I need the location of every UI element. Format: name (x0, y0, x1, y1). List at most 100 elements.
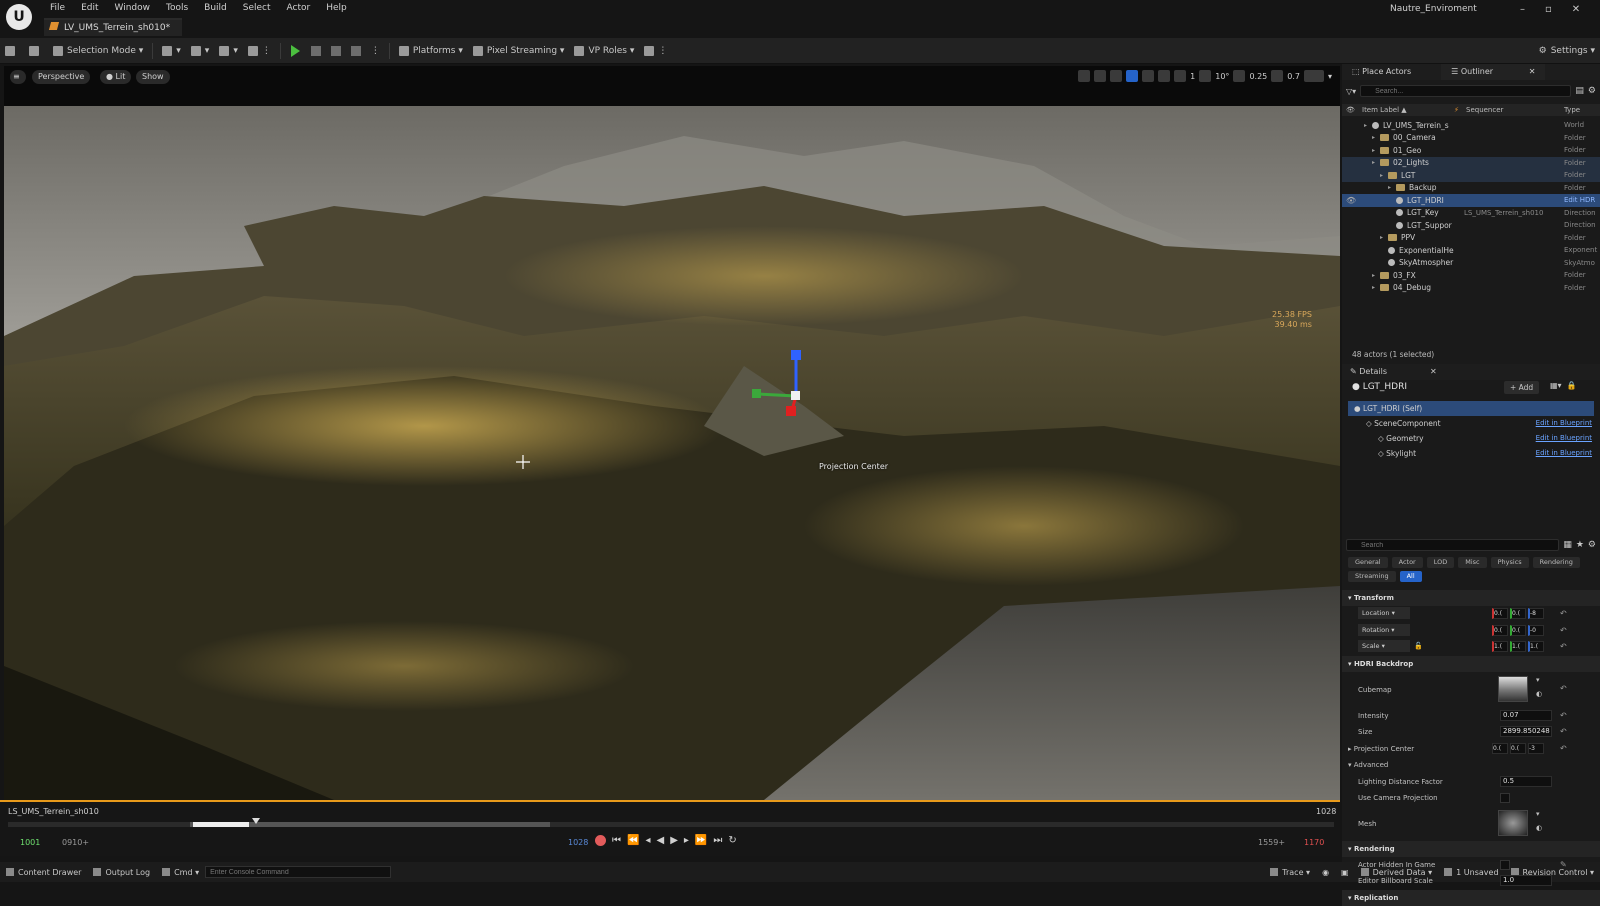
reset-icon[interactable]: ↶ (1560, 642, 1567, 651)
edit-in-blueprint-link[interactable]: Edit in Blueprint (1536, 431, 1592, 446)
vp-roles-button[interactable]: VP Roles ▾ (569, 41, 639, 61)
component-row[interactable]: ● LGT_HDRI (Self) (1348, 401, 1594, 416)
projection-y[interactable]: 0.( (1510, 742, 1526, 754)
scale-y[interactable]: 1.( (1510, 641, 1526, 652)
filter-actor[interactable]: Actor (1391, 557, 1423, 568)
camera-speed-value[interactable]: 0.7 (1287, 72, 1300, 81)
advanced-row[interactable]: ▾ Advanced (1342, 757, 1600, 774)
projection-z[interactable]: -3 (1528, 742, 1544, 754)
terrain-scene[interactable] (4, 106, 1340, 800)
expand-icon[interactable]: ▸ (1380, 234, 1388, 241)
world-icon[interactable] (1142, 70, 1155, 82)
next-key-icon[interactable]: ⏩ (695, 835, 707, 846)
show-button[interactable]: Show (136, 70, 170, 84)
reset-icon[interactable]: ↶ (1560, 626, 1567, 635)
angle-snap-icon[interactable] (1199, 70, 1212, 82)
close-tab-icon[interactable]: ✕ (1529, 67, 1536, 76)
outliner-settings-icon[interactable]: ⚙ (1588, 86, 1596, 96)
menu-item-build[interactable]: Build (196, 2, 235, 14)
hidden-in-game-checkbox[interactable] (1500, 859, 1510, 870)
eject-icon[interactable] (350, 45, 361, 56)
menu-item-actor[interactable]: Actor (279, 2, 319, 14)
section-hdri-backdrop[interactable]: ▾ HDRI Backdrop (1342, 655, 1600, 672)
browse-icon[interactable]: ◐ (1536, 824, 1542, 832)
rotation-dropdown[interactable]: Rotation ▾ (1358, 623, 1410, 636)
scale-snap-icon[interactable] (1233, 70, 1246, 82)
play-reverse-icon[interactable]: ◀ (656, 835, 664, 846)
prev-key-icon[interactable]: ⏪ (627, 835, 639, 846)
add-component-button[interactable]: + Add (1504, 381, 1540, 394)
filter-all[interactable]: All (1399, 571, 1422, 582)
outliner-row[interactable]: ▸ 03_FX Folder (1342, 269, 1600, 282)
rotation-x[interactable]: 0.( (1492, 624, 1508, 636)
outliner-row[interactable]: ▸ 00_Camera Folder (1342, 132, 1600, 145)
outliner-row[interactable]: 👁 LGT_HDRI Edit HDR (1342, 194, 1600, 207)
scale-dropdown[interactable]: Scale ▾ (1358, 640, 1410, 652)
expand-icon[interactable]: ▸ (1372, 272, 1380, 279)
view-start-frame[interactable]: 0910+ (62, 838, 89, 847)
expand-icon[interactable]: ▸ (1372, 159, 1380, 166)
outliner-row[interactable]: ExponentialHe Exponent (1342, 244, 1600, 257)
scale-x[interactable]: 1.( (1492, 641, 1508, 652)
lighting-distance-field[interactable]: 0.5 (1500, 775, 1552, 787)
device-button[interactable]: ⋮ (639, 41, 672, 61)
cmd-dropdown[interactable]: Cmd ▾ (156, 868, 205, 877)
camera-speed-icon[interactable] (1271, 70, 1284, 82)
projection-x[interactable]: 0.( (1492, 742, 1508, 754)
visibility-icon[interactable]: 👁 (1346, 196, 1356, 205)
scale-icon[interactable] (1126, 70, 1139, 82)
angle-snap-value[interactable]: 10° (1215, 72, 1229, 81)
col-type[interactable]: Type (1564, 104, 1580, 116)
settings-button[interactable]: ⚙ Settings ▾ (1534, 41, 1600, 61)
rotation-y[interactable]: 0.( (1510, 624, 1526, 636)
details-settings-icon[interactable]: ⚙ (1588, 540, 1596, 550)
menu-item-tools[interactable]: Tools (158, 2, 196, 14)
reset-icon[interactable]: ↶ (1560, 684, 1567, 693)
playhead[interactable] (252, 818, 261, 824)
step-back-icon[interactable]: ◂ (645, 835, 650, 846)
current-frame[interactable]: 1028 (568, 838, 588, 847)
filter-misc[interactable]: Misc (1458, 557, 1487, 568)
modes-button[interactable]: ⋮ (243, 41, 276, 61)
filter-streaming[interactable]: Streaming (1348, 571, 1396, 582)
component-row[interactable]: ◇ SceneComponent Edit in Blueprint (1348, 416, 1594, 431)
outliner-row[interactable]: ▸ PPV Folder (1342, 232, 1600, 245)
location-y[interactable]: 0.( (1510, 608, 1526, 619)
trace-button[interactable]: Trace ▾ (1264, 868, 1316, 877)
save-button[interactable] (0, 41, 24, 61)
outliner-row[interactable]: LGT_Key LS_UMS_Terrein_sh010 Direction (1342, 207, 1600, 220)
viewport-menu-icon[interactable]: ≡ (10, 70, 26, 84)
filter-general[interactable]: General (1348, 557, 1388, 568)
maximize-icon[interactable]: ▫ (1545, 4, 1552, 15)
surface-snap-icon[interactable] (1158, 70, 1171, 82)
rotate-icon[interactable] (1110, 70, 1123, 82)
select-icon[interactable] (1078, 70, 1091, 82)
asset-dropdown-icon[interactable]: ▾ (1536, 676, 1540, 684)
level-tab[interactable]: LV_UMS_Terrein_sh010* (44, 18, 183, 36)
start-frame[interactable]: 1001 (20, 838, 40, 847)
stop-icon[interactable] (330, 45, 341, 56)
menu-item-select[interactable]: Select (235, 2, 279, 14)
play-options-icon[interactable]: ⋮ (366, 41, 385, 61)
outliner-row[interactable]: LGT_Suppor Direction (1342, 219, 1600, 232)
camera-projection-checkbox[interactable] (1500, 793, 1510, 803)
tab-outliner[interactable]: ☰ Outliner ✕ (1441, 64, 1546, 80)
details-tab[interactable]: ✎ Details ✕ (1342, 364, 1600, 380)
edit-in-blueprint-link[interactable]: Edit in Blueprint (1536, 416, 1592, 431)
view-end-frame[interactable]: 1559+ (1258, 838, 1285, 847)
expand-icon[interactable]: ▸ (1372, 147, 1380, 154)
unreal-logo-icon[interactable]: U (6, 4, 32, 30)
play-forward-icon[interactable]: ▶ (670, 835, 678, 846)
filter-rendering[interactable]: Rendering (1532, 557, 1580, 568)
step-icon[interactable] (310, 45, 321, 56)
move-icon[interactable] (1094, 70, 1107, 82)
outliner-row[interactable]: ▸ 04_Debug Folder (1342, 282, 1600, 295)
console-input[interactable] (205, 866, 392, 878)
menu-item-edit[interactable]: Edit (73, 2, 106, 14)
details-search-input[interactable] (1346, 539, 1560, 551)
visibility-icon[interactable]: 👁 (1346, 104, 1355, 116)
asset-dropdown-icon[interactable]: ▾ (1536, 810, 1540, 818)
platforms-button[interactable]: Platforms ▾ (394, 41, 468, 61)
expand-icon[interactable]: ▸ (1372, 284, 1380, 291)
lock-icon[interactable]: 🔓 (1414, 642, 1423, 650)
